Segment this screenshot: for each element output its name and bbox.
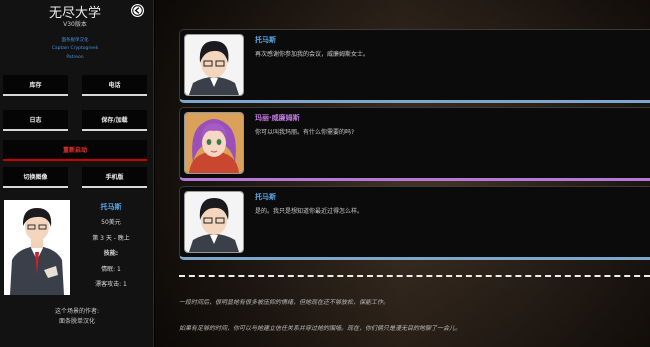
skills-label: 技能: <box>103 250 119 257</box>
speaker-name: 玛丽·威廉姆斯 <box>255 114 300 122</box>
dialog-text: 再次感谢你参加我的会议，威廉姆斯女士。 <box>255 51 370 58</box>
scene-author-label: 这个场景的作者: <box>54 308 100 315</box>
dialog-text: 是的。我只是想知道你最近过得怎么样。 <box>255 208 364 215</box>
scene-author-name: 面条脱单汉化 <box>58 318 95 325</box>
switch-portrait-button[interactable]: 切换图像 <box>3 167 68 188</box>
stamina-stat: 情眠: 1 <box>101 266 121 273</box>
player-money: 50美元 <box>101 219 121 226</box>
narration-text: 如果有足够的时间，你可以与她建立信任关系并穿过她的围墙。现在，你们俩只是漫无目的… <box>179 325 462 332</box>
game-main: 托马斯 再次感谢你参加我的会议，威廉姆斯女士。 玛丽·威廉姆斯 你可以叫我玛丽。… <box>155 0 650 347</box>
player-name: 托马斯 <box>100 203 122 211</box>
dialog-text: 你可以叫我玛丽。有什么你需要的吗? <box>255 129 355 136</box>
game-version: V30版本 <box>63 21 87 28</box>
journal-button[interactable]: 日志 <box>3 110 68 131</box>
dialog-box: 玛丽·威廉姆斯 你可以叫我玛丽。有什么你需要的吗? <box>179 107 650 181</box>
sidebar: 无尽大学 V30版本 面条脱单汉化 Captain Cryptogreek Pa… <box>0 0 154 347</box>
player-time: 第 3 天 - 晚上 <box>92 235 130 242</box>
divider <box>179 275 650 277</box>
save-load-button[interactable]: 保存/加载 <box>82 110 147 131</box>
mobile-button[interactable]: 手机版 <box>82 167 147 188</box>
speaker-name: 托马斯 <box>255 193 276 201</box>
back-button[interactable] <box>131 4 144 17</box>
player-portrait <box>4 200 70 295</box>
dialog-box: 托马斯 是的。我只是想知道你最近过得怎么样。 <box>179 186 650 260</box>
credit-link-translator[interactable]: 面条脱单汉化 <box>0 37 150 43</box>
dialog-box: 托马斯 再次感谢你参加我的会议，威廉姆斯女士。 <box>179 29 650 103</box>
speaker-name: 托马斯 <box>255 36 276 44</box>
inventory-button[interactable]: 库存 <box>3 75 68 96</box>
restart-button[interactable]: 重新启动 <box>3 140 147 161</box>
phone-button[interactable]: 电话 <box>82 75 147 96</box>
credit-link-patreon[interactable]: Patreon <box>0 55 150 60</box>
thomas-avatar <box>184 34 244 96</box>
mary-avatar <box>184 112 244 174</box>
attack-stat: 漂客攻击: 1 <box>95 281 127 288</box>
narration-text: 一段时间后，很明显她有很多被压抑的情绪，但她现在还不够放松，保能工作。 <box>179 299 390 306</box>
credit-link-author[interactable]: Captain Cryptogreek <box>0 46 150 51</box>
back-arrow-icon <box>132 5 143 16</box>
thomas-avatar <box>184 191 244 253</box>
